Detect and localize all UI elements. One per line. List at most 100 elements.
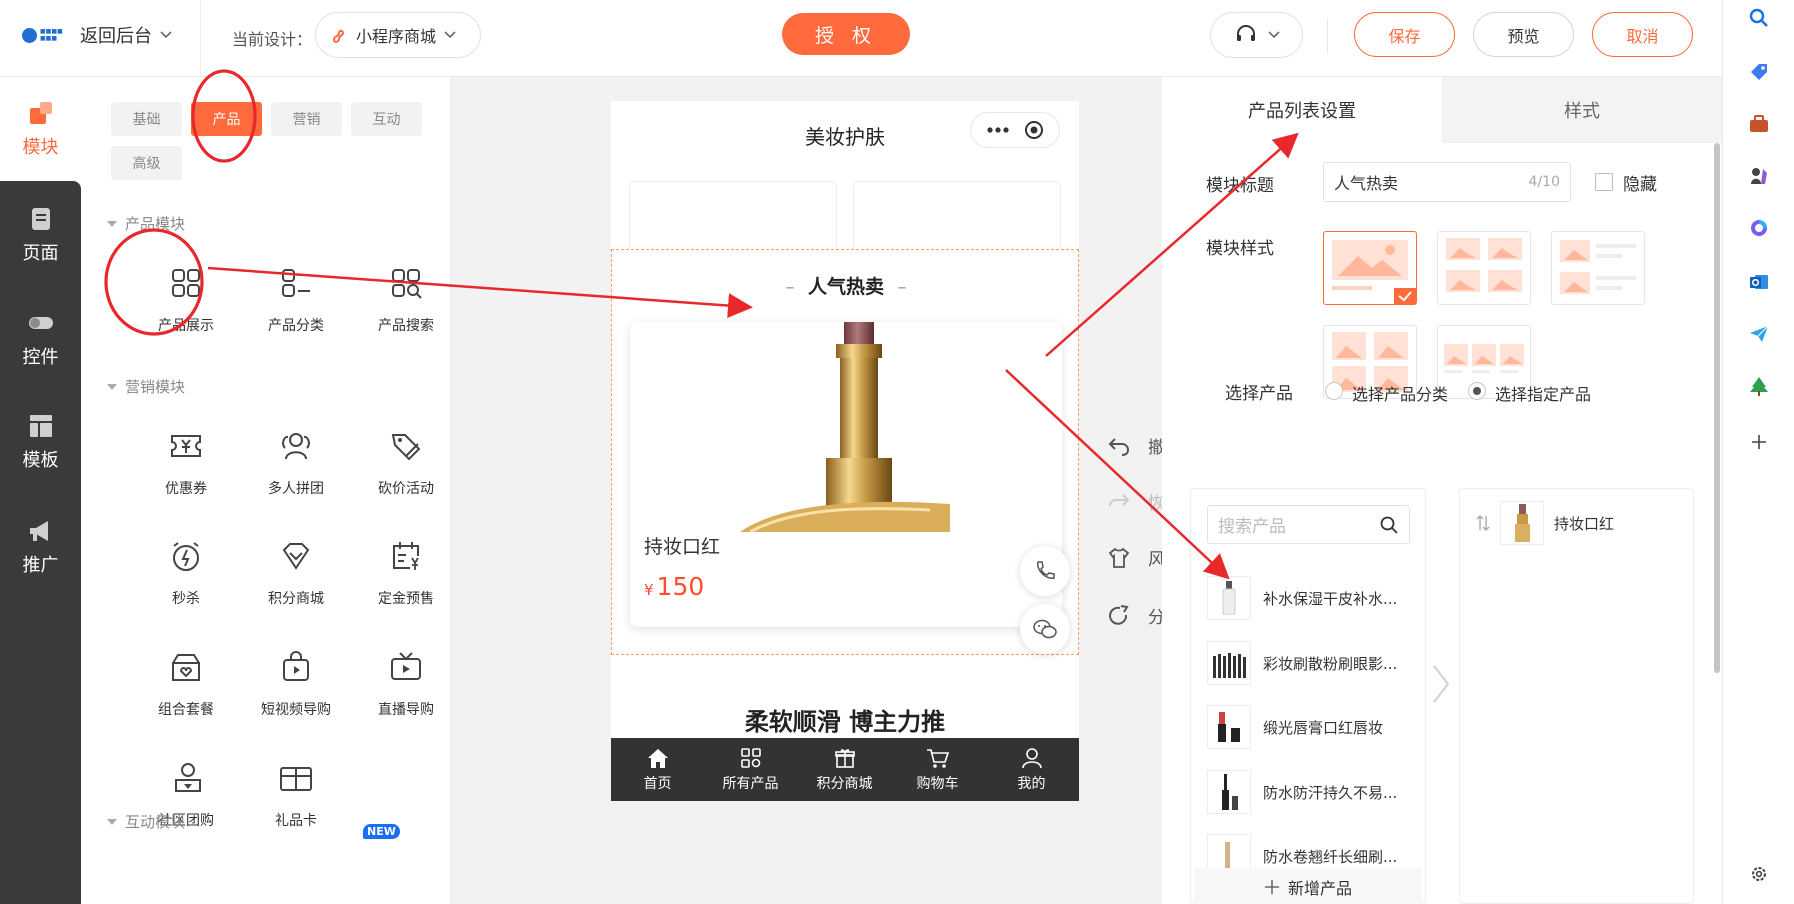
component-product-search[interactable]: 产品搜索 — [356, 263, 456, 335]
nav-item-control[interactable]: 控件 — [0, 309, 81, 369]
module-title-input[interactable]: 人气热卖 4/10 — [1323, 162, 1571, 202]
page-icon — [31, 208, 50, 230]
component-product-display[interactable]: 产品展示 — [136, 263, 236, 335]
miniprogram-icon — [332, 29, 345, 43]
share-icon — [1109, 604, 1129, 625]
style-option-3[interactable] — [1551, 231, 1645, 305]
search-icon[interactable] — [1747, 6, 1771, 30]
tab-product[interactable]: 产品 — [191, 102, 262, 136]
add-icon[interactable] — [1747, 430, 1771, 454]
component-points-mall[interactable]: 积分商城 — [246, 536, 346, 608]
tab-product-list-settings[interactable]: 产品列表设置 — [1162, 77, 1442, 143]
component-presale[interactable]: 定金预售 — [356, 536, 456, 608]
product-search-input[interactable]: 搜索产品 — [1207, 505, 1410, 544]
tool-redo[interactable]: 恢 — [1108, 489, 1165, 514]
nav-item-page[interactable]: 页面 — [0, 205, 81, 265]
module-style-label: 模块样式 — [1206, 239, 1274, 259]
section-marketing-modules[interactable]: 营销模块 — [107, 376, 185, 397]
back-to-admin-button[interactable]: 返回后台 — [80, 22, 172, 48]
copilot-icon[interactable] — [1747, 216, 1771, 240]
bundle-box-icon — [172, 654, 200, 681]
close-target-icon — [1025, 121, 1043, 139]
tab-interaction[interactable]: 互动 — [351, 102, 422, 136]
settings-panel: 产品列表设置 样式 模块标题 人气热卖 4/10 隐藏 模块样式 选择产品 选择… — [1162, 77, 1722, 904]
tab-mine[interactable]: 我的 — [985, 738, 1078, 801]
product-thumbnail — [1207, 770, 1251, 814]
tool-style[interactable]: 风 — [1108, 545, 1165, 570]
grid-icon — [172, 269, 200, 297]
wechat-button[interactable] — [1020, 604, 1070, 654]
tab-home[interactable]: 首页 — [611, 738, 704, 801]
product-list-module[interactable]: – 人气热卖 – 持妆口红 ¥150 — [611, 249, 1079, 655]
product-price: ¥150 — [644, 572, 705, 601]
component-bargain[interactable]: 砍价活动 — [356, 426, 456, 498]
style-option-1[interactable] — [1323, 231, 1417, 305]
tree-icon[interactable] — [1747, 374, 1771, 398]
more-dots-icon — [987, 127, 1009, 133]
plus-icon — [1264, 879, 1279, 894]
section-product-modules[interactable]: 产品模块 — [107, 213, 185, 234]
radio-label-category: 选择产品分类 — [1352, 385, 1449, 404]
save-button[interactable]: 保存 — [1354, 12, 1455, 57]
component-group-buy[interactable]: 多人拼团 — [246, 426, 346, 498]
radio-label-specific: 选择指定产品 — [1495, 385, 1592, 404]
product-list-item[interactable]: 彩妆刷散粉刷眼影... — [1207, 641, 1397, 685]
send-icon[interactable] — [1747, 322, 1771, 346]
component-flash-sale[interactable]: 秒杀 — [136, 536, 236, 608]
phone-call-button[interactable] — [1020, 546, 1070, 596]
component-gift-card[interactable]: 礼品卡 — [246, 758, 346, 830]
component-product-category[interactable]: 产品分类 — [246, 263, 346, 335]
phone-header: 美妆护肤 — [611, 101, 1079, 169]
tab-advanced[interactable]: 高级 — [111, 146, 182, 180]
tab-marketing[interactable]: 营销 — [271, 102, 342, 136]
undo-icon — [1108, 437, 1130, 456]
radio-select-specific[interactable] — [1468, 382, 1486, 400]
new-badge: NEW — [363, 824, 400, 839]
add-product-button[interactable]: 新增产品 — [1194, 868, 1422, 904]
product-list-item[interactable]: 防水卷翘纤长细刷... — [1207, 834, 1397, 868]
style-option-2[interactable] — [1437, 231, 1531, 305]
tool-undo[interactable]: 撤 — [1108, 433, 1165, 458]
authorize-button[interactable]: 授 权 — [782, 13, 910, 55]
nav-item-promote[interactable]: 推广 — [0, 517, 81, 577]
hide-checkbox[interactable] — [1595, 173, 1613, 191]
design-select[interactable]: 小程序商城 — [315, 12, 481, 58]
nav-item-module[interactable]: 模块 — [0, 99, 81, 159]
section-heading: – 人气热卖 – — [785, 276, 907, 298]
module-title-value: 人气热卖 — [1334, 174, 1399, 193]
nav-item-template[interactable]: 模板 — [0, 412, 81, 472]
product-card[interactable]: 持妆口红 ¥150 — [630, 322, 1062, 627]
cancel-button[interactable]: 取消 — [1592, 12, 1693, 57]
outlook-icon[interactable] — [1747, 270, 1771, 294]
tag-icon[interactable] — [1747, 60, 1771, 84]
radio-select-category[interactable] — [1325, 382, 1343, 400]
product-list-item[interactable]: 防水防汗持久不易... — [1207, 770, 1397, 814]
selected-product-item[interactable]: 持妆口红 — [1476, 501, 1614, 545]
tab-style[interactable]: 样式 — [1442, 77, 1722, 143]
layout-grid-2-icon — [1446, 238, 1522, 292]
component-short-video[interactable]: 短视频导购 — [246, 647, 346, 719]
product-list-item[interactable]: 补水保湿干皮补水... — [1207, 576, 1397, 620]
tab-all-products[interactable]: 所有产品 — [704, 738, 797, 801]
preview-button[interactable]: 预览 — [1473, 12, 1574, 57]
mini-program-capsule[interactable] — [970, 112, 1060, 148]
tool-share[interactable]: 分 — [1108, 603, 1165, 628]
toolbox-icon[interactable] — [1747, 112, 1771, 136]
tab-points-mall[interactable]: 积分商城 — [798, 738, 891, 801]
chess-icon[interactable] — [1747, 164, 1771, 188]
current-design-label: 当前设计： — [232, 30, 313, 49]
section-interaction-modules[interactable]: 互动模块 — [107, 811, 185, 832]
settings-scrollbar[interactable] — [1714, 143, 1720, 673]
phone-preview: 美妆护肤 – 人气热卖 – 持妆口红 ¥ 150 柔软顺滑 博主力推 首页 所有… — [611, 101, 1079, 801]
component-live-stream[interactable]: 直播导购 — [356, 647, 456, 719]
product-source-list: 搜索产品 补水保湿干皮补水... 彩妆刷散粉刷眼影... 缎光唇膏口红唇妆 防水… — [1190, 488, 1426, 904]
chevron-right-icon[interactable] — [1426, 662, 1454, 706]
settings-gear-icon[interactable] — [1747, 862, 1771, 886]
component-combo[interactable]: 组合套餐 — [136, 647, 236, 719]
component-coupon[interactable]: 优惠券 — [136, 426, 236, 498]
support-button[interactable] — [1210, 12, 1303, 58]
product-list-item[interactable]: 缎光唇膏口红唇妆 — [1207, 705, 1383, 749]
tab-basic[interactable]: 基础 — [111, 102, 182, 136]
left-nav: 模块 页面 控件 模板 推广 — [0, 77, 81, 904]
tab-cart[interactable]: 购物车 — [891, 738, 984, 801]
